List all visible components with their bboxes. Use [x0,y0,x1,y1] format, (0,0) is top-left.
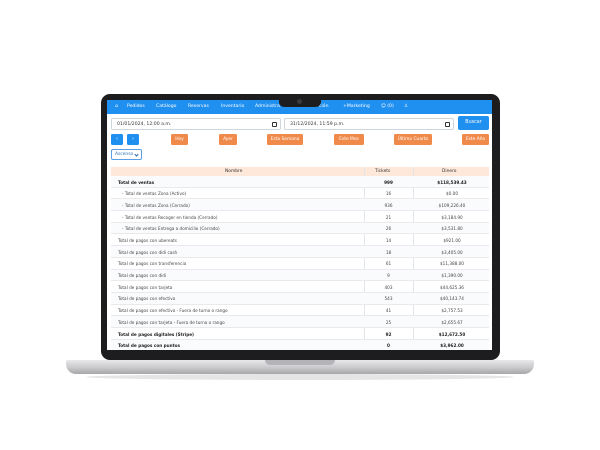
row-name: - Total de ventas Zona (Cerrado) [122,202,190,208]
this-week-button[interactable]: Esta Semana [267,134,303,145]
row-tickets: 403 [384,284,393,290]
table-row: Total de pagos con didi cash 18 $3,405.00 [111,246,489,258]
nav-marketing[interactable]: +Marketing [343,104,370,109]
sort-label: Ascenso [115,152,134,157]
row-money: $2,757.53 [441,308,463,314]
row-name: Total de pagos con ubereats [118,238,177,244]
nav-catalogo[interactable]: Catálogo [156,104,176,109]
row-tickets: 999 [384,179,393,185]
row-name: - Total de ventas Zona (Activo) [122,191,187,197]
row-tickets: 543 [384,296,393,302]
row-name: Total de pagos con tarjeta [118,284,173,290]
row-tickets: 9 [387,273,390,279]
table-row: Total de pagos digitales (Stripe) 92 $12,6… [111,328,489,340]
row-tickets: 936 [384,202,393,208]
row-tickets: 0 [387,343,390,349]
yesterday-button[interactable]: Ayer [219,134,237,145]
this-month-button[interactable]: Este Mes [334,134,364,145]
row-name: Total de pagos con transferencia [118,261,187,267]
nav-administracion-tail[interactable]: ción [319,104,329,109]
table-row: Total de pagos con efectivo - Fuera de t… [111,305,489,317]
row-money: $3,962.00 [440,343,464,349]
table-row: - Total de ventas Recoger en tienda (Cer… [111,211,489,223]
row-name: - Total de ventas Recoger en tienda (Cer… [122,214,218,220]
row-money: $3,531.80 [441,226,463,232]
row-name: - Total de ventas Entrega a domicilio (C… [122,226,220,232]
sort-dropdown[interactable]: Ascenso [111,149,142,160]
user-icon[interactable]: ♙ [404,104,408,109]
row-money: $2,655.67 [441,319,463,325]
laptop-groove [265,360,335,365]
table-header: Nombre Tickets Dinero [111,167,489,176]
start-date-value: 01/01/2024, 12:00 a.m. [117,121,172,127]
laptop-shadow [86,374,514,380]
row-tickets: 25 [385,319,392,325]
row-money: $0.00 [446,191,458,197]
table-row: Total de pagos con efectivo 543 $40,143.74 [111,292,489,305]
row-name: Total de pagos digitales (Stripe) [118,331,194,337]
row-tickets: 21 [385,214,392,220]
row-money: $118,539.43 [437,179,467,185]
nav-notifications[interactable]: ☺ (0) [381,104,394,109]
row-name: Total de ventas [118,179,155,185]
row-money: $11,388.00 [440,261,464,267]
table-row: Total de ventas 999 $118,539.43 [111,176,489,188]
table-row: Total de pagos con didi 9 $1,390.00 [111,269,489,282]
this-year-button[interactable]: Este Año [462,134,489,145]
row-tickets: 92 [385,331,392,337]
row-tickets: 14 [385,238,392,244]
table-row: Total de pagos con ubereats 14 $921.00 [111,234,489,247]
table-row: - Total de ventas Entrega a domicilio (C… [111,222,489,235]
table-row: Total de pagos con tarjeta 403 $44,625.36 [111,281,489,293]
app-screen: ⌂ Pedidos Catálogo Reservas Inventario A… [107,100,492,350]
search-button[interactable]: Buscar [458,116,489,130]
row-name: Total de pagos con efectivo [118,296,176,302]
nav-reservas[interactable]: Reservas [188,104,209,109]
nav-administracion[interactable]: Administra [255,104,280,109]
nav-pedidos[interactable]: Pedidos [127,104,145,109]
row-tickets: 18 [385,249,392,255]
row-money: $44,625.36 [440,284,464,290]
table-row: Total de pagos con transferencia 61 $11,38… [111,258,489,270]
row-tickets: 26 [385,226,392,232]
table-row: - Total de ventas Zona (Cerrado) 936 $109,… [111,199,489,212]
row-name: Total de pagos con didi [118,273,167,279]
header-dinero: Dinero [442,169,457,174]
today-button[interactable]: Hoy [171,134,188,145]
end-date-input[interactable]: 31/12/2024, 11:59 p.m. [284,118,454,130]
table-body: Total de ventas 999 $118,539.43 - Total de … [111,176,489,350]
row-tickets: 16 [385,191,392,197]
row-name: Total de pagos con didi cash [118,249,178,255]
row-money: $12,672.50 [438,331,466,337]
camera-icon [297,99,302,104]
row-money: $3,184.90 [441,214,463,220]
table-row: Total de pagos con tarjeta - Fuera de tu… [111,316,489,328]
table-row: Total de pagos con puntos 0 $3,962.00 [111,339,489,350]
row-money: $1,390.00 [441,273,463,279]
calendar-icon[interactable] [272,121,277,127]
start-date-input[interactable]: 01/01/2024, 12:00 a.m. [111,118,281,130]
row-name: Total de pagos con puntos [118,343,180,349]
row-name: Total de pagos con efectivo - Fuera de t… [118,308,228,314]
last-quarter-button[interactable]: Último Cuarto [394,134,432,145]
chevron-down-icon [134,152,139,157]
end-date-value: 31/12/2024, 11:59 p.m. [290,121,345,127]
row-money: $921.00 [443,238,461,244]
calendar-icon[interactable] [445,121,450,127]
nav-inventario[interactable]: Inventario [221,104,244,109]
header-tickets: Tickets [375,169,391,174]
laptop-mockup: ⌂ Pedidos Catálogo Reservas Inventario A… [0,0,600,450]
next-period-button[interactable]: › [127,134,139,145]
prev-period-button[interactable]: ‹ [111,134,123,145]
row-name: Total de pagos con tarjeta - Fuera de tu… [118,319,225,325]
home-icon[interactable]: ⌂ [115,104,118,109]
row-money: $109,226.40 [438,202,466,208]
row-tickets: 61 [385,261,392,267]
report-table: Nombre Tickets Dinero Total de ventas 999… [111,167,489,350]
row-tickets: 41 [385,308,392,314]
row-money: $3,405.00 [441,249,463,255]
row-money: $40,143.74 [440,296,464,302]
header-nombre: Nombre [225,169,243,174]
table-row: - Total de ventas Zona (Activo) 16 $0.00 [111,188,489,200]
